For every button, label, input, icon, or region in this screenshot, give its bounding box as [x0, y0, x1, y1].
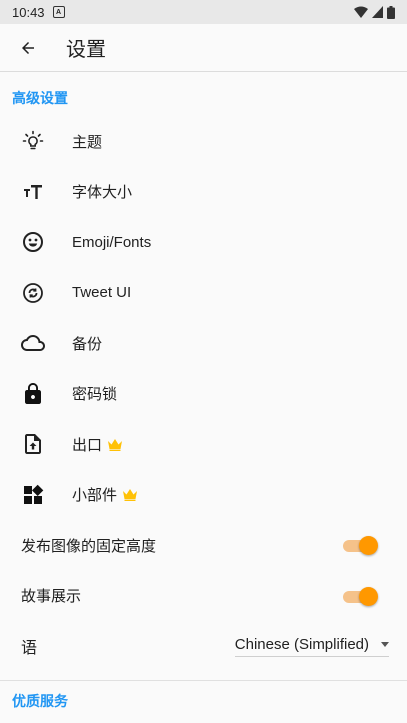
lightbulb-icon	[21, 129, 45, 153]
crown-icon	[122, 488, 138, 502]
back-button[interactable]	[16, 36, 40, 60]
section-header-advanced: 高级设置	[12, 90, 68, 106]
page-title: 设置	[66, 39, 106, 61]
settings-item-label: Tweet UI	[72, 284, 132, 302]
widgets-icon	[21, 483, 45, 507]
toggle-row-fixed-image-height[interactable]: 发布图像的固定高度	[0, 520, 407, 571]
status-bar: 10:43 A	[0, 0, 407, 24]
fixed-image-height-switch[interactable]	[343, 535, 378, 556]
app-bar: 设置	[0, 24, 407, 72]
toggle-label: 发布图像的固定高度	[21, 537, 157, 555]
switch-thumb	[359, 536, 378, 556]
arrow-back-icon	[22, 41, 34, 54]
cloud-icon	[21, 331, 45, 355]
switch-thumb	[359, 586, 378, 606]
advanced-settings-list: 主题 字体大小 Emoji/Fonts Tweet UI 备份 密码锁 出口 小…	[0, 116, 407, 520]
settings-item-label: 主题	[72, 133, 103, 151]
story-display-switch[interactable]	[343, 586, 378, 606]
settings-item-label: 出口	[72, 434, 123, 455]
settings-item-export[interactable]: 出口	[0, 419, 407, 470]
wifi-icon	[354, 6, 368, 18]
settings-item-label: 字体大小	[72, 184, 133, 202]
notification-icon: A	[52, 6, 65, 18]
file-upload-icon	[21, 432, 45, 456]
settings-item-label-text: 出口	[72, 436, 103, 454]
toggle-label: 故事展示	[21, 588, 82, 606]
settings-item-tweet-ui[interactable]: Tweet UI	[0, 268, 407, 319]
battery-icon	[387, 5, 395, 19]
language-row: 语 Chinese (Simplified)	[0, 621, 407, 672]
sync-icon	[21, 281, 45, 305]
smiley-icon	[21, 230, 45, 254]
settings-item-label: 密码锁	[72, 386, 118, 404]
chevron-down-icon	[381, 641, 389, 647]
settings-item-label: Emoji/Fonts	[72, 233, 152, 251]
language-select-value: Chinese (Simplified)	[234, 635, 369, 653]
lock-icon	[21, 382, 45, 406]
crown-icon	[107, 438, 123, 451]
section-header-premium: 优质服务	[12, 692, 68, 709]
settings-item-emoji-fonts[interactable]: Emoji/Fonts	[0, 217, 407, 268]
language-label: 语	[21, 640, 38, 658]
settings-item-font-size[interactable]: 字体大小	[0, 167, 407, 218]
settings-item-label: 小部件	[72, 484, 138, 505]
settings-item-passcode-lock[interactable]: 密码锁	[0, 369, 407, 420]
settings-item-widgets[interactable]: 小部件	[0, 470, 407, 521]
status-time: 10:43	[12, 4, 45, 20]
text-size-icon	[21, 180, 45, 204]
toggle-row-story-display[interactable]: 故事展示	[0, 571, 407, 622]
settings-item-label: 备份	[72, 335, 103, 353]
settings-item-backup[interactable]: 备份	[0, 318, 407, 369]
status-icons	[354, 5, 395, 19]
signal-icon	[372, 6, 383, 18]
settings-item-theme[interactable]: 主题	[0, 116, 407, 167]
language-select[interactable]: Chinese (Simplified)	[234, 635, 389, 657]
settings-item-label-text: 小部件	[72, 487, 118, 505]
